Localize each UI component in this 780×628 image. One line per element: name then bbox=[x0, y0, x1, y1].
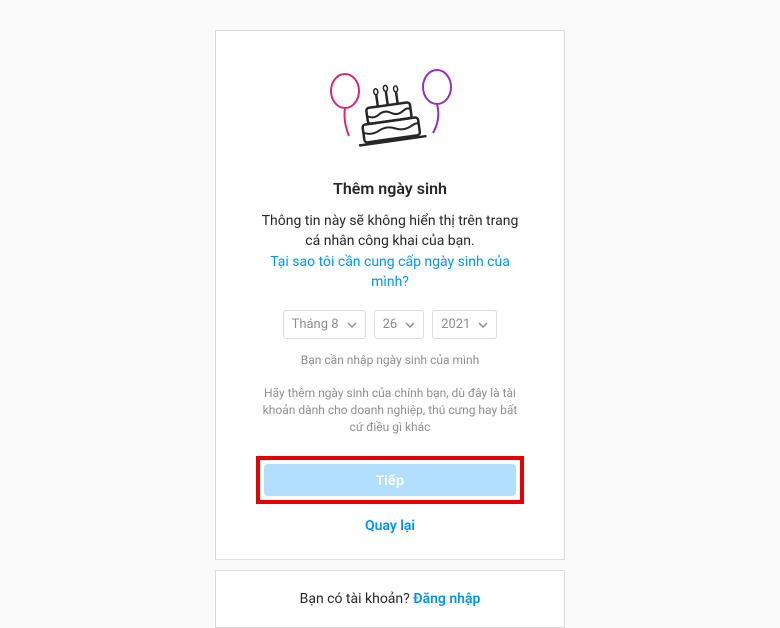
month-select[interactable]: Tháng 8 bbox=[283, 310, 366, 339]
description: Thông tin này sẽ không hiển thị trên tra… bbox=[256, 212, 524, 251]
day-value: 26 bbox=[383, 317, 398, 332]
birthday-hint: Bạn cần nhập ngày sinh của mình bbox=[256, 353, 524, 367]
highlight-box: Tiếp bbox=[256, 456, 524, 504]
day-select[interactable]: 26 bbox=[374, 310, 425, 339]
birthday-note: Hãy thêm ngày sinh của chính bạn, dù đây… bbox=[256, 385, 524, 435]
year-select[interactable]: 2021 bbox=[432, 310, 497, 339]
chevron-down-icon bbox=[405, 320, 415, 330]
chevron-down-icon bbox=[347, 320, 357, 330]
login-link[interactable]: Đăng nhập bbox=[413, 591, 480, 607]
login-card: Bạn có tài khoản? Đăng nhập bbox=[215, 570, 565, 628]
year-value: 2021 bbox=[441, 317, 470, 332]
page-title: Thêm ngày sinh bbox=[256, 179, 524, 198]
next-button[interactable]: Tiếp bbox=[264, 464, 516, 496]
birthday-card: Thêm ngày sinh Thông tin này sẽ không hi… bbox=[215, 30, 565, 560]
date-selects: Tháng 8 26 2021 bbox=[256, 310, 524, 339]
why-birthday-link[interactable]: Tại sao tôi cần cung cấp ngày sinh của m… bbox=[256, 253, 524, 292]
chevron-down-icon bbox=[478, 320, 488, 330]
login-prompt: Bạn có tài khoản? bbox=[300, 591, 414, 607]
back-link[interactable]: Quay lại bbox=[365, 518, 415, 534]
birthday-illustration bbox=[256, 61, 524, 165]
month-value: Tháng 8 bbox=[292, 317, 339, 332]
